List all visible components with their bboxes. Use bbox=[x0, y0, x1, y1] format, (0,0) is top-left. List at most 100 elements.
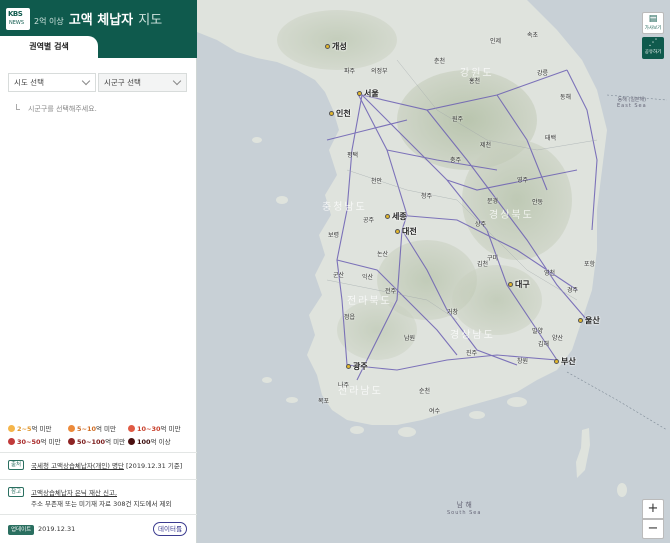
legend-unit: 억 미만 bbox=[31, 425, 52, 433]
town-label: 의정부 bbox=[371, 68, 388, 75]
sea-label-south: 남 해 South Sea bbox=[447, 500, 481, 516]
legend-dot bbox=[128, 438, 135, 445]
city-pin-icon bbox=[578, 318, 583, 323]
corner-arrow-icon bbox=[16, 104, 20, 110]
town-label: 경주 bbox=[567, 287, 579, 294]
reference-link[interactable]: 고액상습체납자 은닉 재산 신고, bbox=[31, 487, 117, 497]
town-label: 김해 bbox=[538, 341, 550, 348]
town-label: 여수 bbox=[429, 408, 441, 415]
sido-select[interactable]: 시도 선택 bbox=[8, 73, 96, 92]
town-label: 공주 bbox=[363, 217, 375, 224]
chevron-down-icon bbox=[81, 76, 91, 86]
update-tag: 업데이트 bbox=[8, 525, 35, 535]
town-label: 양산 bbox=[552, 335, 564, 342]
logo-bottom-text: NEWS bbox=[9, 20, 25, 26]
town-label: 홍천 bbox=[469, 78, 481, 85]
region-label: 충청남도 bbox=[322, 202, 367, 213]
legend-range: 5~10 bbox=[77, 425, 97, 433]
town-label: 안동 bbox=[532, 199, 544, 206]
sea-name: 남 해 bbox=[456, 501, 472, 509]
town-label: 순천 bbox=[419, 388, 431, 395]
town-label: 제천 bbox=[480, 142, 492, 149]
title-suffix: 지도 bbox=[138, 13, 163, 28]
legend-dot bbox=[128, 425, 135, 432]
document-icon: ▤ bbox=[648, 14, 658, 24]
region-label: 경상북도 bbox=[489, 210, 534, 221]
legend-dot bbox=[8, 438, 15, 445]
page-title: 2억 이상 고액 체납자 지도 bbox=[34, 9, 162, 28]
town-label: 청주 bbox=[421, 193, 433, 200]
sigungu-select[interactable]: 시군구 선택 bbox=[98, 73, 187, 92]
logo-top-text: KBS bbox=[8, 10, 23, 18]
town-label: 구미 bbox=[487, 255, 499, 262]
city-name: 서울 bbox=[364, 89, 379, 98]
town-label: 평택 bbox=[347, 152, 359, 159]
city-label[interactable]: 세종 bbox=[385, 211, 407, 222]
city-pin-icon bbox=[325, 44, 330, 49]
legend-item: 2~5억 미만 bbox=[8, 423, 52, 433]
select-hint: 시군구를 선택해주세요. bbox=[16, 104, 97, 114]
legend-unit: 억 이상 bbox=[150, 438, 171, 446]
town-label: 보령 bbox=[328, 232, 340, 239]
city-name: 부산 bbox=[561, 357, 576, 366]
city-pin-icon bbox=[508, 282, 513, 287]
city-label[interactable]: 울산 bbox=[578, 315, 600, 326]
town-label: 익산 bbox=[362, 274, 374, 281]
town-label: 진주 bbox=[466, 350, 478, 357]
city-label[interactable]: 대구 bbox=[508, 279, 530, 290]
map-base-layer bbox=[197, 0, 670, 543]
source-link[interactable]: 국세청 고액상습체납자(개인) 명단 bbox=[31, 462, 124, 470]
city-label[interactable]: 서울 bbox=[357, 88, 379, 99]
legend-dot bbox=[68, 438, 75, 445]
city-pin-icon bbox=[346, 364, 351, 369]
source-text: 국세청 고액상습체납자(개인) 명단 [2019.12.31 기준] bbox=[31, 460, 182, 470]
town-label: 창원 bbox=[517, 358, 529, 365]
zoom-in-button[interactable]: + bbox=[642, 499, 664, 519]
divider bbox=[0, 452, 197, 453]
city-label[interactable]: 인천 bbox=[329, 108, 351, 119]
legend-item: 50~100억 미만 bbox=[68, 436, 125, 446]
town-label: 춘천 bbox=[434, 58, 446, 65]
sigungu-select-label: 시군구 선택 bbox=[104, 78, 141, 87]
legend-item: 5~10억 미만 bbox=[68, 423, 116, 433]
map-canvas[interactable]: 강원도 경상북도 전라북도 경상남도 전라남도 충청남도 개성 서울 인천 세종… bbox=[197, 0, 670, 543]
zoom-out-button[interactable]: − bbox=[642, 519, 664, 539]
city-name: 개성 bbox=[332, 42, 347, 51]
city-pin-icon bbox=[329, 111, 334, 116]
legend-range: 30~50 bbox=[17, 438, 41, 446]
city-label[interactable]: 개성 bbox=[325, 41, 347, 52]
legend-dot bbox=[8, 425, 15, 432]
tab-region-search[interactable]: 권역별 검색 bbox=[0, 36, 98, 58]
town-label: 군산 bbox=[333, 272, 345, 279]
town-label: 논산 bbox=[377, 251, 389, 258]
kbs-news-logo[interactable]: KBS NEWS bbox=[6, 8, 30, 30]
city-label[interactable]: 광주 bbox=[346, 361, 368, 372]
fullscreen-button[interactable]: ▤ 가사보기 bbox=[642, 12, 664, 34]
city-label[interactable]: 부산 bbox=[554, 356, 576, 367]
legend-unit: 억 미만 bbox=[105, 438, 126, 446]
town-label: 목포 bbox=[318, 398, 330, 405]
update-date: 2019.12.31 bbox=[38, 525, 76, 533]
city-pin-icon bbox=[554, 359, 559, 364]
town-label: 동해 bbox=[560, 94, 572, 101]
town-label: 영천 bbox=[544, 270, 556, 277]
city-pin-icon bbox=[357, 91, 362, 96]
town-label: 천안 bbox=[371, 178, 383, 185]
city-label[interactable]: 대전 bbox=[395, 226, 417, 237]
city-name: 세종 bbox=[392, 212, 407, 221]
legend-item: 100억 이상 bbox=[128, 436, 171, 446]
city-name: 인천 bbox=[336, 109, 351, 118]
share-label: 공유하기 bbox=[644, 50, 662, 55]
town-label: 인제 bbox=[490, 38, 502, 45]
town-label: 파주 bbox=[344, 68, 356, 75]
sea-name-en: East Sea bbox=[617, 103, 647, 109]
legend-range: 10~30 bbox=[137, 425, 161, 433]
city-name: 대구 bbox=[515, 280, 530, 289]
town-label: 상주 bbox=[475, 221, 487, 228]
share-button[interactable]: ⋰ 공유하기 bbox=[642, 37, 664, 59]
reference-note: 주소 부존재 또는 미기재 자료 308건 지도에서 제외 bbox=[31, 500, 172, 508]
hint-text: 시군구를 선택해주세요. bbox=[28, 105, 97, 113]
town-label: 태백 bbox=[545, 135, 557, 142]
town-label: 밀양 bbox=[532, 328, 544, 335]
data-button[interactable]: 데이터를 › bbox=[153, 522, 187, 536]
